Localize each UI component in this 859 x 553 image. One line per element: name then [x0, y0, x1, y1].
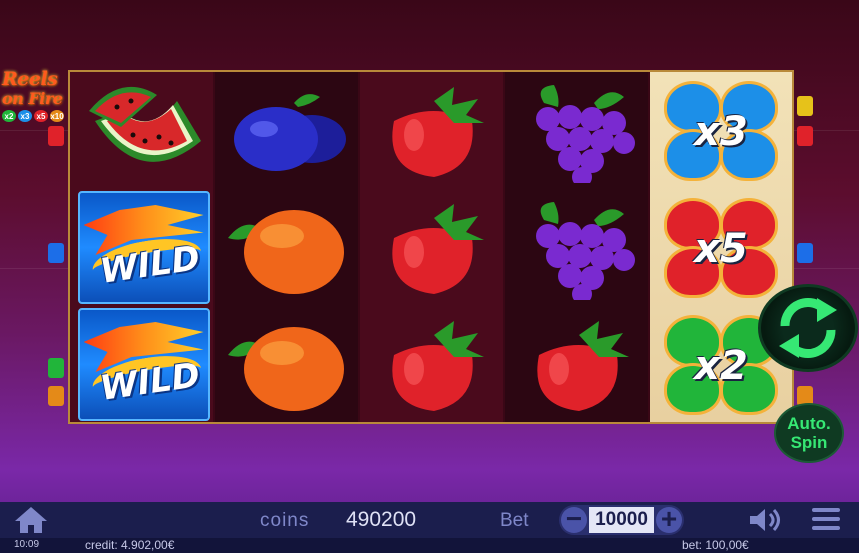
auto-spin-button[interactable]: Auto. Spin: [774, 403, 844, 463]
symbol-plum: [217, 72, 360, 189]
bet-status-text: bet: 100,00€: [682, 538, 749, 552]
symbol-watermelon: [72, 72, 215, 189]
refresh-icon: [779, 298, 837, 358]
symbol-strawberry: [507, 306, 650, 423]
logo-multiplier: x2: [2, 110, 16, 122]
coins-value: 490200: [346, 508, 417, 531]
auto-spin-label: Auto. Spin: [787, 414, 831, 452]
speaker-icon[interactable]: [748, 508, 782, 532]
symbol-strawberry: [362, 72, 505, 189]
logo-multiplier: x10: [50, 110, 64, 122]
status-bar: 10:09 credit: 4.902,00€ bet: 100,00€: [0, 538, 859, 553]
game-logo: Reels on Fire x2 x3 x5 x10: [2, 70, 76, 130]
payline-marker: [48, 358, 64, 378]
multiplier-reel: x3 x5 x2: [650, 72, 792, 422]
logo-title-line2: on Fire: [2, 89, 63, 108]
payline-marker: [48, 243, 64, 263]
multiplier-label: x3: [694, 108, 748, 155]
menu-icon[interactable]: [812, 508, 840, 532]
symbol-grapes: [507, 189, 650, 306]
symbol-strawberry: [362, 306, 505, 423]
multiplier-label: x5: [694, 225, 748, 272]
multiplier-clover: x3: [650, 72, 792, 189]
symbol-grapes: [507, 72, 650, 189]
payline-marker: [797, 126, 813, 146]
symbol-orange: [217, 306, 360, 423]
wild-tile: WILD: [77, 308, 210, 421]
control-bar: coins 490200 Bet − 10000 +: [0, 502, 859, 538]
symbol-wild: WILD: [72, 189, 215, 306]
bet-stepper: − 10000 +: [559, 505, 684, 535]
symbol-strawberry: [362, 189, 505, 306]
clock-text: 10:09: [14, 539, 40, 550]
bet-label: Bet: [500, 510, 529, 531]
credit-text: credit: 4.902,00€: [85, 538, 175, 552]
spin-button[interactable]: [758, 284, 858, 372]
payline-marker: [797, 243, 813, 263]
coins-label: coins: [260, 510, 310, 531]
payline-marker: [48, 126, 64, 146]
logo-multiplier: x5: [34, 110, 48, 122]
symbol-orange: [217, 189, 360, 306]
wild-tile: WILD: [77, 191, 210, 304]
bet-value: 10000: [589, 507, 654, 533]
bet-increase-button[interactable]: +: [656, 505, 682, 533]
home-icon[interactable]: [14, 506, 48, 534]
logo-multipliers: x2 x3 x5 x10: [2, 110, 76, 122]
clover-icon: x5: [660, 196, 782, 300]
clover-icon: x3: [660, 79, 782, 183]
payline-marker: [797, 96, 813, 116]
reel-area: WILD WILD x3 x5 x2: [68, 70, 794, 424]
bet-decrease-button[interactable]: −: [561, 505, 587, 533]
multiplier-clover: x5: [650, 189, 792, 306]
logo-multiplier: x3: [18, 110, 32, 122]
payline-marker: [48, 386, 64, 406]
logo-title-line1: Reels: [2, 68, 58, 90]
symbol-wild: WILD: [72, 306, 215, 423]
